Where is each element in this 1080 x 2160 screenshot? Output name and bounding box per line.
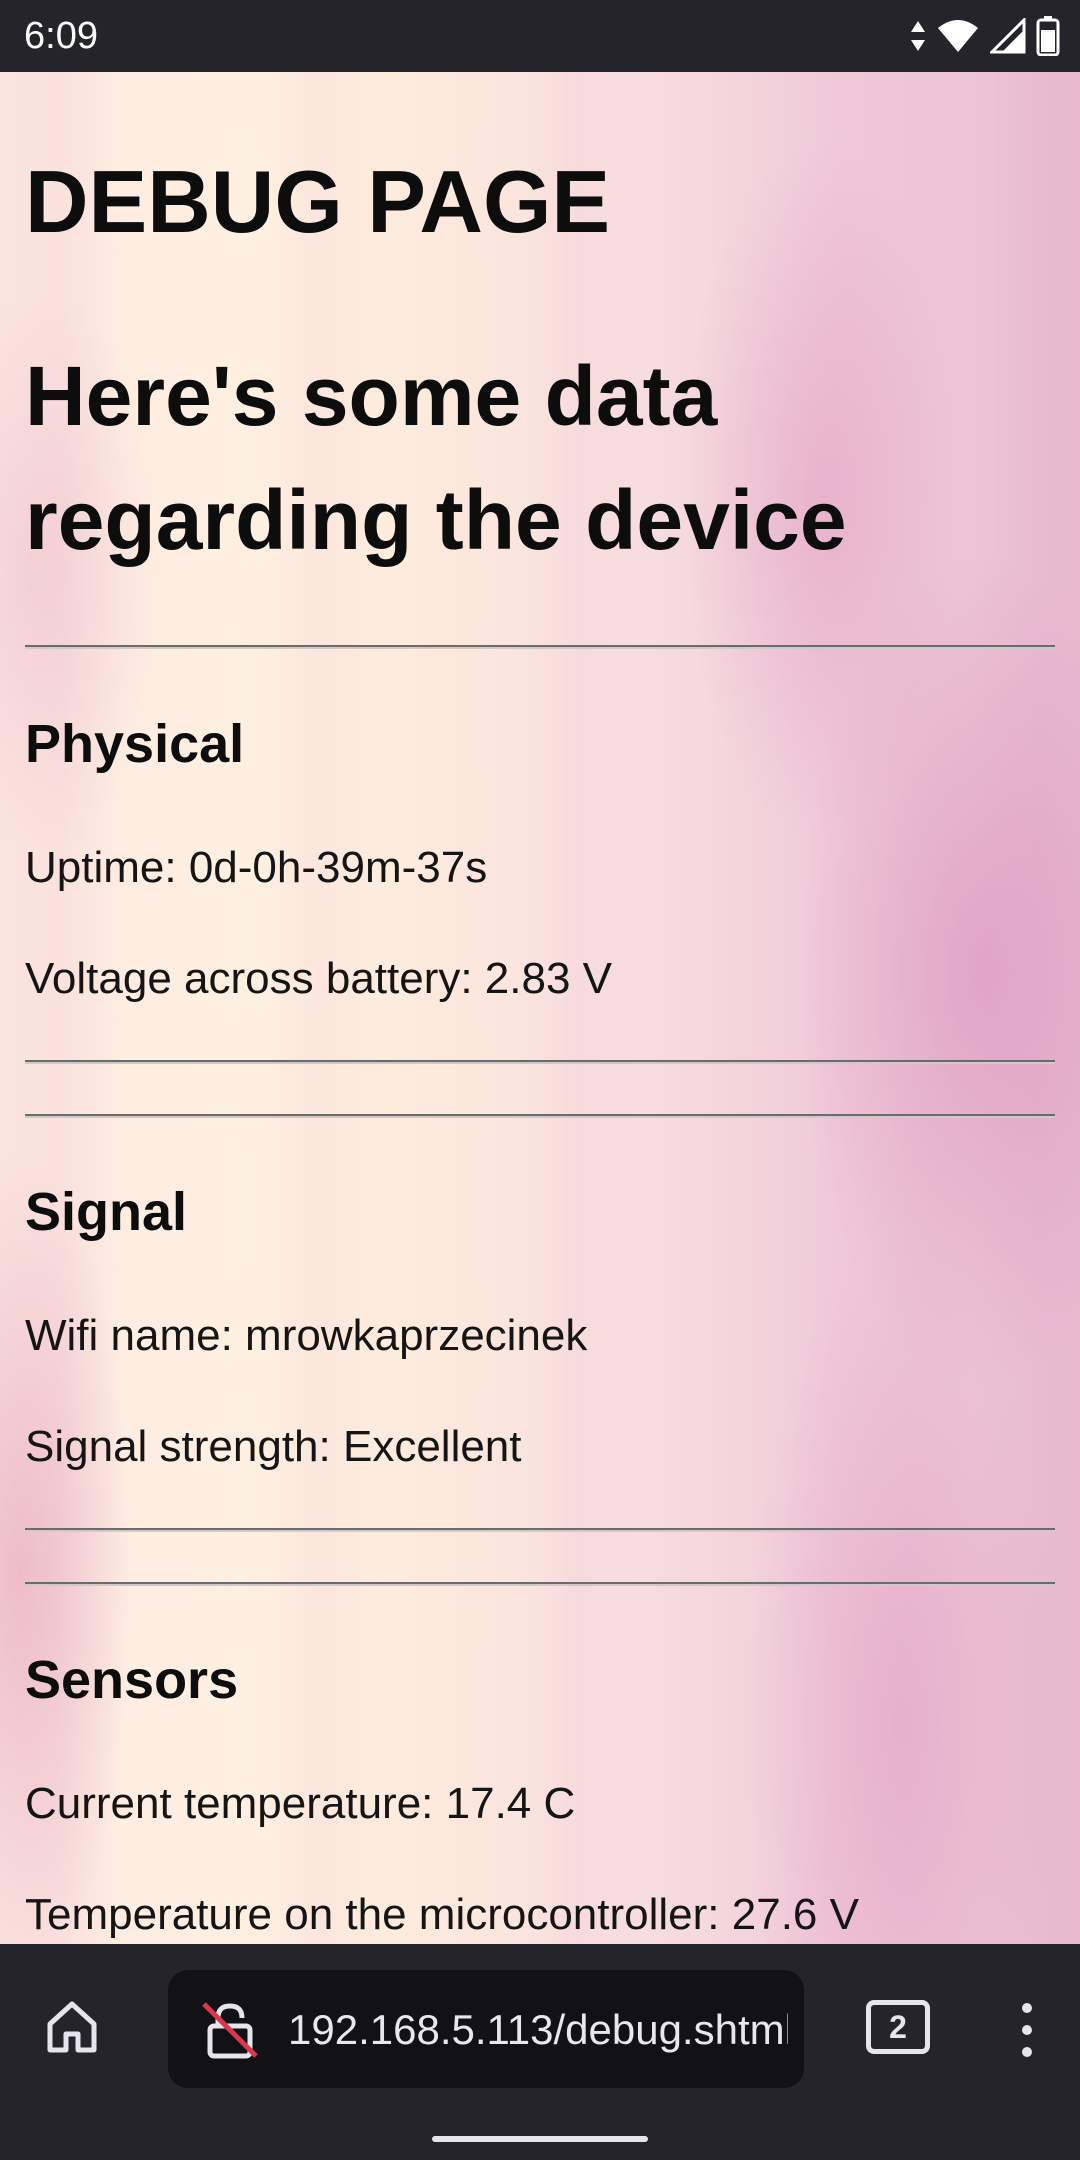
divider [25,1060,1055,1064]
more-options-button[interactable] [1000,1990,1054,2070]
browser-toolbar: 192.168.5.113/debug.shtml 2 [0,1944,1080,2160]
page-title: DEBUG PAGE [25,152,611,251]
tab-count: 2 [889,2008,907,2045]
battery-icon [1036,16,1060,56]
status-icons [910,12,1060,60]
section-heading-sensors: Sensors [25,1650,239,1710]
home-icon [42,1996,102,2061]
data-arrows-icon [910,19,926,53]
gesture-navigation-handle[interactable] [432,2136,648,2142]
wifi-icon [936,18,980,54]
more-vert-icon [1022,2003,1032,2013]
url-text[interactable]: 192.168.5.113/debug.shtml [288,2000,788,2060]
address-bar[interactable]: 192.168.5.113/debug.shtml [168,1970,804,2088]
more-vert-icon-dot [1022,2025,1032,2035]
wifi-name-text: Wifi name: mrowkaprzecinek [25,1311,588,1360]
web-page[interactable]: DEBUG PAGE Here's some data regarding th… [0,72,1080,1944]
status-bar: 6:09 [0,0,1080,72]
signal-strength-text: Signal strength: Excellent [25,1422,522,1471]
battery-voltage-text: Voltage across battery: 2.83 V [25,954,613,1003]
divider [25,1528,1055,1532]
divider [25,645,1055,649]
home-button[interactable] [36,1992,108,2064]
divider [25,1582,1055,1586]
section-heading-physical: Physical [25,714,245,774]
page-subtitle: Here's some data regarding the device [25,349,847,567]
uptime-text: Uptime: 0d-0h-39m-37s [25,843,488,892]
status-time: 6:09 [24,15,98,57]
cell-signal-icon [990,18,1026,54]
not-secure-lock-icon[interactable] [198,1998,262,2062]
tab-switcher-button[interactable]: 2 [866,2000,930,2054]
divider [25,1114,1055,1118]
mcu-temperature-text: Temperature on the microcontroller: 27.6… [25,1890,859,1939]
current-temperature-text: Current temperature: 17.4 C [25,1779,576,1828]
section-heading-signal: Signal [25,1182,188,1242]
more-vert-icon-dot [1022,2047,1032,2057]
